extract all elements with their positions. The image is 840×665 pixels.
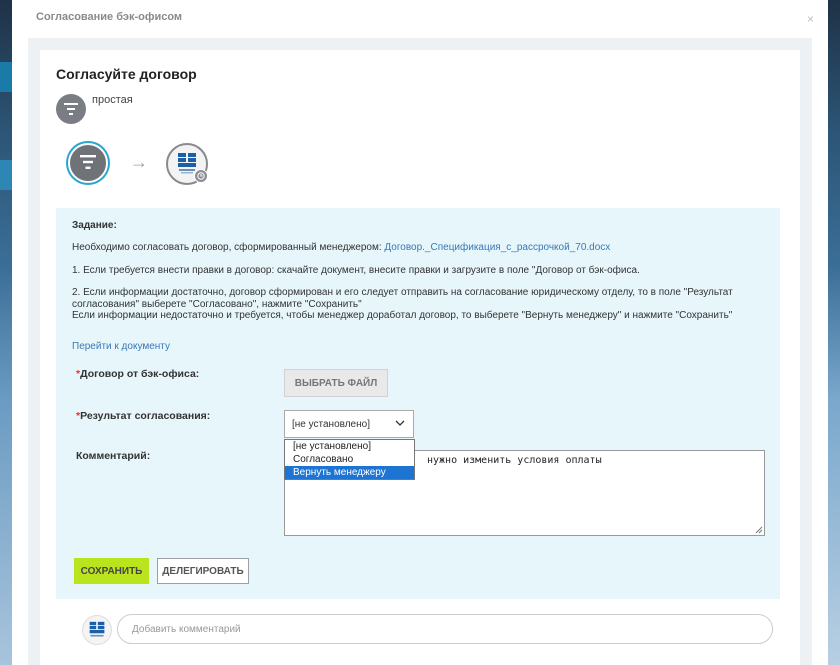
task-card: Согласуйте договор простая → Задание: Не… [40,50,800,665]
modal-title: Согласование бэк-офисом [36,11,183,23]
background-stripe [0,62,12,92]
process-type-label: простая [92,94,133,106]
avatar [82,615,112,645]
result-option[interactable]: [не установлено] [285,440,414,453]
task-item-2-line-3: Если информации недостаточно и требуется… [72,310,733,321]
save-button[interactable]: СОХРАНИТЬ [74,558,149,584]
arrow-right-icon: → [130,152,148,172]
result-label-text: Результат согласования: [80,410,211,422]
close-icon[interactable]: × [807,12,814,26]
task-intro-text: Необходимо согласовать договор, сформиро… [72,242,385,253]
chevron-down-icon [395,419,405,430]
resize-grip-icon[interactable] [755,526,763,534]
workflow-step-current[interactable] [68,143,108,183]
result-select[interactable]: [не установлено] [284,410,414,438]
result-dropdown-list: [не установлено] Согласовано Вернуть мен… [284,439,415,480]
comment-textarea-value: нужно изменить условия оплаты [427,455,602,466]
task-intro: Необходимо согласовать договор, сформиро… [72,242,610,254]
task-item-2-line-1: 2. Если информации достаточно, договор с… [72,287,733,298]
approval-modal: Согласование бэк-офисом × Согласуйте дог… [12,0,828,665]
task-item-1: 1. Если требуется внести правки в догово… [72,265,640,276]
background-stripe [0,160,12,190]
add-comment-input[interactable]: Добавить комментарий [117,614,773,644]
contract-file-link[interactable]: Договор._Спецификация_с_рассрочкой_70.do… [384,242,610,253]
filter-icon [80,154,96,172]
result-option[interactable]: Согласовано [285,453,414,466]
filter-icon [56,94,86,124]
background-right [828,0,840,665]
page-title: Согласуйте договор [56,66,197,82]
result-field-label: *Результат согласования: [76,410,210,422]
choose-file-button[interactable]: ВЫБРАТЬ ФАЙЛ [284,369,388,397]
result-option-highlighted[interactable]: Вернуть менеджеру [285,466,414,479]
delegate-button[interactable]: ДЕЛЕГИРОВАТЬ [157,558,249,584]
contract-label-text: Договор от бэк-офиса: [80,368,200,380]
result-select-value: [не установлено] [292,418,370,430]
goto-document-link[interactable]: Перейти к документу [72,341,170,353]
task-heading: Задание: [72,220,117,231]
contract-field-label: *Договор от бэк-офиса: [76,368,199,380]
background-left [0,0,12,665]
task-panel: Задание: Необходимо согласовать договор,… [56,208,780,599]
comment-field-label: Комментарий: [76,450,151,462]
clock-icon [194,169,208,183]
